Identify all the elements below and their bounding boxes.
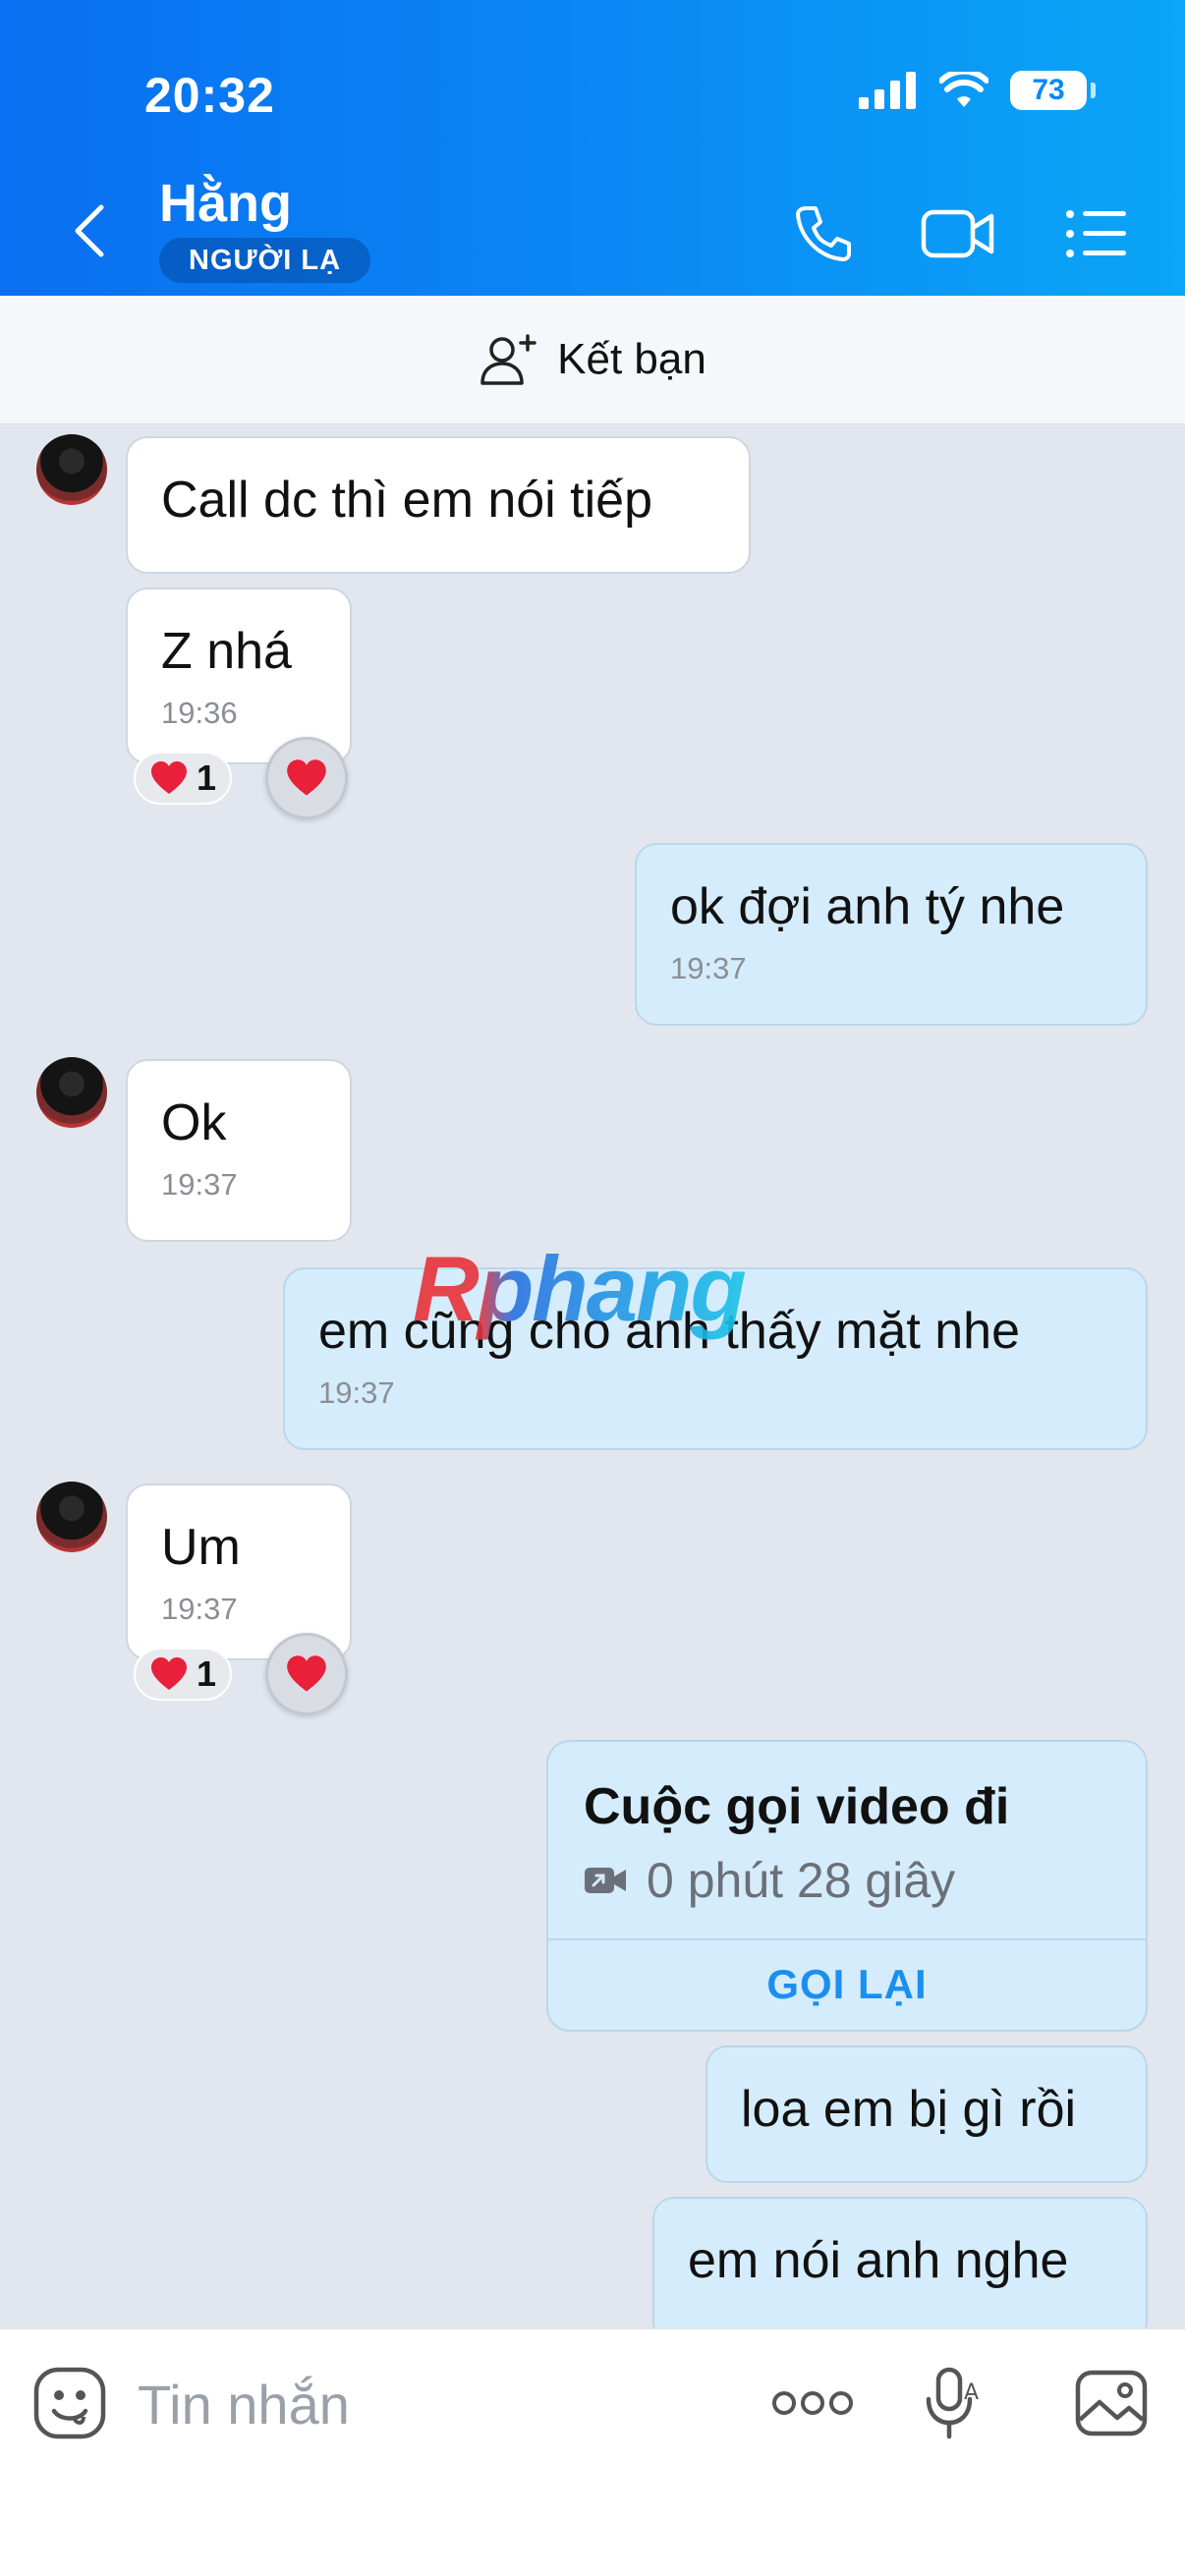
video-call-card[interactable]: Cuộc gọi video đi 0 phút 28 giây GỌI LẠI bbox=[546, 1740, 1148, 2032]
chat-options-button[interactable] bbox=[1059, 196, 1134, 271]
video-call-button[interactable] bbox=[921, 196, 995, 271]
message-input-bar: A bbox=[0, 2328, 1185, 2576]
message-time: 19:36 bbox=[161, 696, 238, 730]
contact-name[interactable]: Hằng bbox=[159, 173, 292, 234]
message-bubble-outgoing[interactable]: em cũng cho anh thấy mặt nhe 19:37 bbox=[283, 1267, 1148, 1450]
outgoing-video-icon bbox=[585, 1868, 626, 1893]
status-time: 20:32 bbox=[144, 68, 275, 123]
message-text: Call dc thì em nói tiếp bbox=[161, 472, 653, 529]
heart-icon bbox=[287, 759, 326, 796]
message-time: 19:37 bbox=[161, 1592, 238, 1626]
more-options-button[interactable] bbox=[770, 2361, 855, 2445]
wifi-icon bbox=[939, 72, 988, 107]
contact-avatar[interactable] bbox=[36, 1482, 107, 1552]
add-friend-button[interactable]: Kết bạn bbox=[0, 296, 1185, 424]
reaction-count: 1 bbox=[197, 1653, 217, 1694]
chat-header: 20:32 73 Hằng NGƯỜI LẠ bbox=[0, 0, 1185, 296]
image-icon bbox=[1075, 2370, 1148, 2436]
signal-icon bbox=[859, 72, 916, 109]
battery-icon: 73 bbox=[1010, 71, 1096, 110]
reaction-summary[interactable]: 1 bbox=[134, 1648, 233, 1701]
svg-text:A: A bbox=[964, 2380, 979, 2405]
microphone-icon: A bbox=[926, 2367, 979, 2439]
call-duration-text: 0 phút 28 giây bbox=[647, 1853, 956, 1908]
heart-icon bbox=[287, 1655, 326, 1692]
chevron-left-icon bbox=[75, 204, 104, 257]
call-duration: 0 phút 28 giây bbox=[584, 1852, 955, 1909]
message-bubble-outgoing[interactable]: em nói anh nghe bbox=[652, 2197, 1148, 2344]
message-bubble-outgoing[interactable]: ok đợi anh tý nhe 19:37 bbox=[635, 843, 1148, 1026]
call-again-button[interactable]: GỌI LẠI bbox=[548, 1938, 1146, 2030]
message-text: em nói anh nghe bbox=[688, 2232, 1069, 2289]
message-text: loa em bị gì rồi bbox=[741, 2081, 1077, 2138]
message-bubble-incoming[interactable]: Call dc thì em nói tiếp bbox=[126, 436, 751, 574]
call-title: Cuộc gọi video đi bbox=[584, 1778, 1010, 1835]
voice-message-button[interactable]: A bbox=[914, 2361, 998, 2445]
message-time: 19:37 bbox=[161, 1167, 238, 1202]
message-text: em cũng cho anh thấy mặt nhe bbox=[318, 1303, 1021, 1360]
heart-icon bbox=[151, 1657, 187, 1690]
back-button[interactable] bbox=[59, 196, 118, 265]
message-input[interactable] bbox=[138, 2369, 688, 2439]
gallery-button[interactable] bbox=[1069, 2361, 1154, 2445]
status-icons: 73 bbox=[859, 71, 1096, 110]
react-heart-button[interactable] bbox=[265, 1633, 348, 1715]
react-heart-button[interactable] bbox=[265, 737, 348, 819]
add-friend-label: Kết bạn bbox=[557, 335, 706, 383]
message-bubble-outgoing[interactable]: loa em bị gì rồi bbox=[705, 2045, 1148, 2183]
heart-icon bbox=[151, 761, 187, 794]
message-text: Um bbox=[161, 1519, 241, 1576]
message-text: Z nhá bbox=[161, 623, 292, 680]
message-bubble-incoming[interactable]: Ok 19:37 bbox=[126, 1059, 352, 1242]
more-dots-icon bbox=[772, 2391, 853, 2415]
list-menu-icon bbox=[1066, 210, 1126, 257]
message-time: 19:37 bbox=[318, 1375, 395, 1410]
message-time: 19:37 bbox=[670, 951, 747, 985]
contact-avatar[interactable] bbox=[36, 434, 107, 505]
voice-call-button[interactable] bbox=[786, 196, 861, 271]
sticker-button[interactable] bbox=[28, 2361, 112, 2445]
message-text: Ok bbox=[161, 1094, 227, 1151]
reaction-summary[interactable]: 1 bbox=[134, 752, 233, 805]
message-text: ok đợi anh tý nhe bbox=[670, 878, 1065, 935]
contact-avatar[interactable] bbox=[36, 1057, 107, 1128]
reaction-count: 1 bbox=[197, 757, 217, 798]
stranger-badge: NGƯỜI LẠ bbox=[159, 238, 371, 283]
emoji-icon bbox=[33, 2367, 106, 2439]
add-user-icon bbox=[480, 334, 536, 385]
phone-icon bbox=[796, 206, 851, 261]
video-camera-icon bbox=[921, 209, 994, 258]
